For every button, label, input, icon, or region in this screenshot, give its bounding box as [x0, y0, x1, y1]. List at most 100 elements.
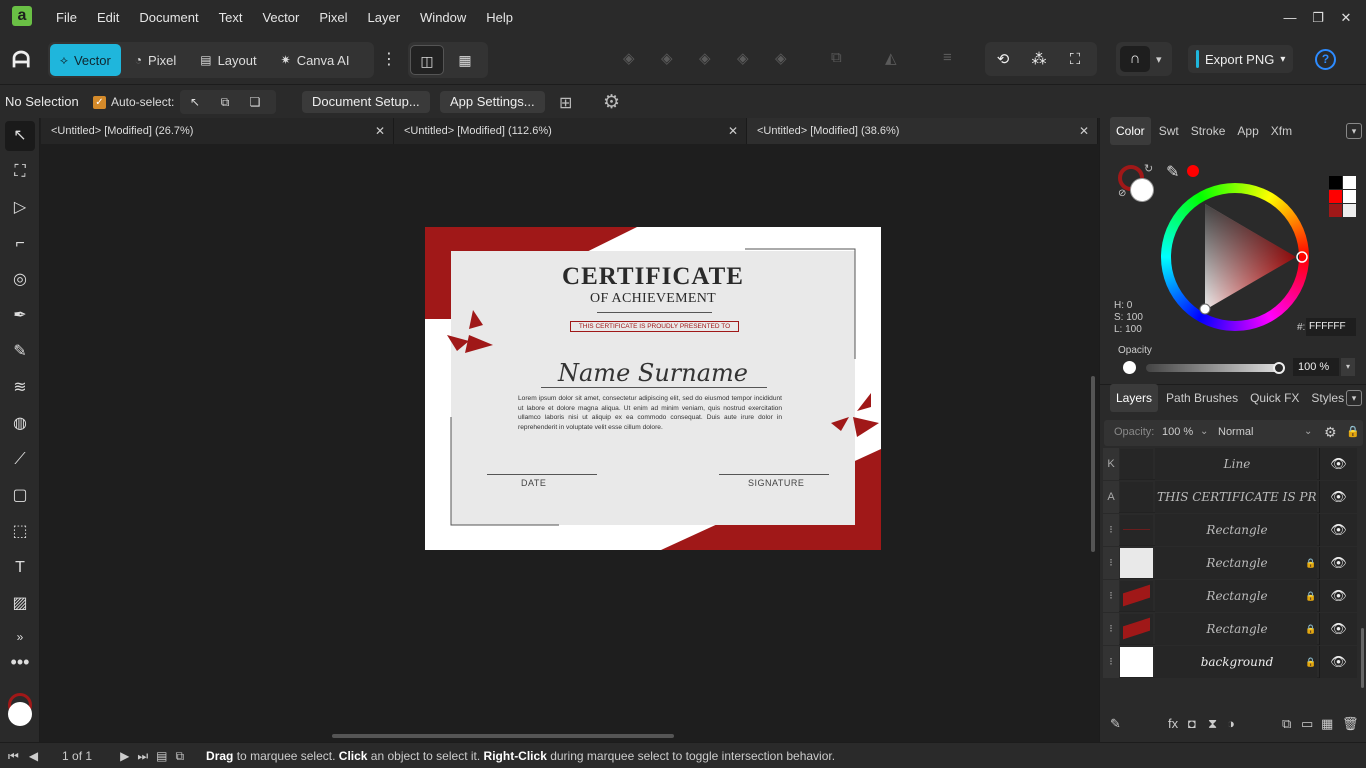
export-png-button[interactable]: Export PNG ▾: [1188, 45, 1294, 73]
node-tool[interactable]: ▷: [0, 190, 40, 226]
tab-document-1[interactable]: <Untitled> [Modified] (26.7%) ✕: [41, 118, 394, 144]
persona-pixel-button[interactable]: ◔ Pixel: [125, 44, 186, 76]
layers-scrollbar[interactable]: [1361, 628, 1364, 688]
spread-view-icon[interactable]: ▤: [156, 743, 167, 768]
lock-icon[interactable]: 🔒: [1305, 646, 1316, 678]
recent-swatch-white[interactable]: [1343, 176, 1356, 189]
boolean-intersect-icon[interactable]: ◈: [699, 49, 711, 67]
boolean-xor-icon[interactable]: ◈: [737, 49, 749, 67]
visibility-eye-icon[interactable]: 👁: [1319, 448, 1357, 480]
close-icon[interactable]: ✕: [375, 118, 385, 144]
layer-row[interactable]: ⁝ Rectangle 🔒 👁: [1103, 547, 1357, 579]
move-tool[interactable]: ↖: [0, 118, 40, 154]
persona-canva-ai-button[interactable]: ✷ Canva AI: [271, 44, 360, 76]
visibility-eye-icon[interactable]: 👁: [1319, 481, 1357, 513]
pointer-icon[interactable]: ↖: [180, 95, 210, 109]
menu-vector[interactable]: Vector: [252, 0, 309, 36]
restore-icon[interactable]: ❐: [1304, 2, 1332, 34]
transform-origin-icon[interactable]: ⟲: [985, 50, 1021, 68]
layer-opacity-value[interactable]: 100 %: [1162, 426, 1193, 438]
live-filter-icon[interactable]: ◑: [1227, 712, 1235, 736]
visibility-eye-icon[interactable]: 👁: [1319, 514, 1357, 546]
edit-layer-icon[interactable]: ✎: [1110, 712, 1121, 736]
boolean-divide-icon[interactable]: ◈: [775, 49, 787, 67]
tab-styles[interactable]: Styles: [1311, 386, 1344, 410]
trash-icon[interactable]: 🗑: [1342, 712, 1359, 736]
close-icon[interactable]: ✕: [1332, 2, 1360, 34]
recent-swatch-light[interactable]: [1343, 204, 1356, 217]
layer-name[interactable]: Line: [1155, 448, 1317, 480]
menu-layer[interactable]: Layer: [358, 0, 411, 36]
checker-icon[interactable]: ▦: [1321, 712, 1333, 736]
tab-path-brushes[interactable]: Path Brushes: [1166, 386, 1238, 410]
flip-icon[interactable]: ◭: [885, 49, 897, 67]
certificate-artboard[interactable]: CERTIFICATE OF ACHIEVEMENT THIS CERTIFIC…: [425, 227, 881, 550]
fill-swatch[interactable]: [8, 702, 32, 726]
chevron-down-icon[interactable]: ▾: [1156, 53, 1162, 66]
lock-icon[interactable]: 🔒: [1346, 425, 1360, 438]
crop-tool[interactable]: ⬚: [0, 514, 40, 550]
menu-pixel[interactable]: Pixel: [309, 0, 357, 36]
menu-edit[interactable]: Edit: [87, 0, 129, 36]
chevron-down-icon[interactable]: ⌄: [1304, 426, 1312, 437]
canvas-horizontal-scrollbar[interactable]: [332, 734, 674, 738]
text-frame-icon[interactable]: ◫: [410, 45, 444, 75]
fill-tool[interactable]: ◍: [0, 406, 40, 442]
close-icon[interactable]: ✕: [728, 118, 738, 144]
layer-row[interactable]: ⁝ Rectangle 🔒 👁: [1103, 613, 1357, 645]
visibility-eye-icon[interactable]: 👁: [1319, 547, 1357, 579]
menu-document[interactable]: Document: [129, 0, 208, 36]
menu-text[interactable]: Text: [209, 0, 253, 36]
hex-input[interactable]: FFFFFF: [1306, 318, 1356, 336]
grid-icon[interactable]: ⊞: [559, 93, 572, 113]
expand-tools-icon[interactable]: »: [0, 622, 40, 652]
layer-select-icon[interactable]: ❏: [240, 95, 270, 109]
snapping-magnet-icon[interactable]: ∩: [1120, 46, 1150, 72]
artboard-tool[interactable]: ⛶: [0, 154, 40, 190]
layer-row[interactable]: K Line 👁: [1103, 448, 1357, 480]
boolean-subtract-icon[interactable]: ◈: [661, 49, 673, 67]
recent-swatch-red[interactable]: [1329, 190, 1342, 203]
pen-tool[interactable]: ✒: [0, 298, 40, 334]
rectangle-tool[interactable]: ▢: [0, 478, 40, 514]
panel-menu-icon[interactable]: ▾: [1346, 390, 1362, 406]
first-page-icon[interactable]: ⏮: [8, 743, 19, 768]
close-icon[interactable]: ✕: [1079, 118, 1089, 144]
menu-help[interactable]: Help: [476, 0, 523, 36]
text-tool[interactable]: T: [0, 550, 40, 586]
layer-name[interactable]: THIS CERTIFICATE IS PR...: [1155, 481, 1317, 513]
chevron-down-icon[interactable]: ⌄: [1200, 426, 1208, 437]
align-icon[interactable]: ≡: [943, 49, 952, 66]
help-icon[interactable]: ?: [1315, 49, 1336, 70]
tab-document-2[interactable]: <Untitled> [Modified] (112.6%) ✕: [394, 118, 747, 144]
layer-row[interactable]: A THIS CERTIFICATE IS PR... 👁: [1103, 481, 1357, 513]
lock-icon[interactable]: 🔒: [1305, 613, 1316, 645]
tab-quick-fx[interactable]: Quick FX: [1250, 386, 1299, 410]
layer-row[interactable]: ⁝ Rectangle 👁: [1103, 514, 1357, 546]
shade-handle[interactable]: [1199, 303, 1211, 315]
corner-tool[interactable]: ⌐: [0, 226, 40, 262]
pencil-tool[interactable]: ✎: [0, 334, 40, 370]
more-tools-icon[interactable]: •••: [0, 652, 40, 682]
auto-select-checkbox[interactable]: ✓: [93, 96, 106, 109]
layer-row[interactable]: ⁝ background 🔒 👁: [1103, 646, 1357, 678]
opacity-slider-handle[interactable]: [1273, 362, 1285, 374]
hue-handle[interactable]: [1296, 251, 1308, 263]
layer-name[interactable]: Rectangle: [1155, 613, 1317, 645]
node-icon[interactable]: ⁂: [1021, 50, 1057, 68]
last-page-icon[interactable]: ⏭: [137, 743, 148, 768]
add-pixel-layer-icon[interactable]: ⧉: [1282, 712, 1291, 736]
visibility-eye-icon[interactable]: 👁: [1319, 646, 1357, 678]
menu-window[interactable]: Window: [410, 0, 476, 36]
gear-icon[interactable]: ⚙: [1324, 424, 1337, 441]
menu-file[interactable]: File: [46, 0, 87, 36]
minimize-icon[interactable]: —: [1276, 2, 1304, 34]
prev-page-icon[interactable]: ◀: [29, 743, 38, 768]
vector-brush-tool[interactable]: ≋: [0, 370, 40, 406]
color-triangle[interactable]: [1100, 118, 1366, 378]
layer-name[interactable]: background: [1155, 646, 1317, 678]
tab-layers[interactable]: Layers: [1110, 384, 1159, 412]
grid-view-icon[interactable]: ▦: [448, 45, 482, 75]
boolean-add-icon[interactable]: ◈: [623, 49, 635, 67]
fx-icon[interactable]: fx: [1168, 712, 1178, 736]
